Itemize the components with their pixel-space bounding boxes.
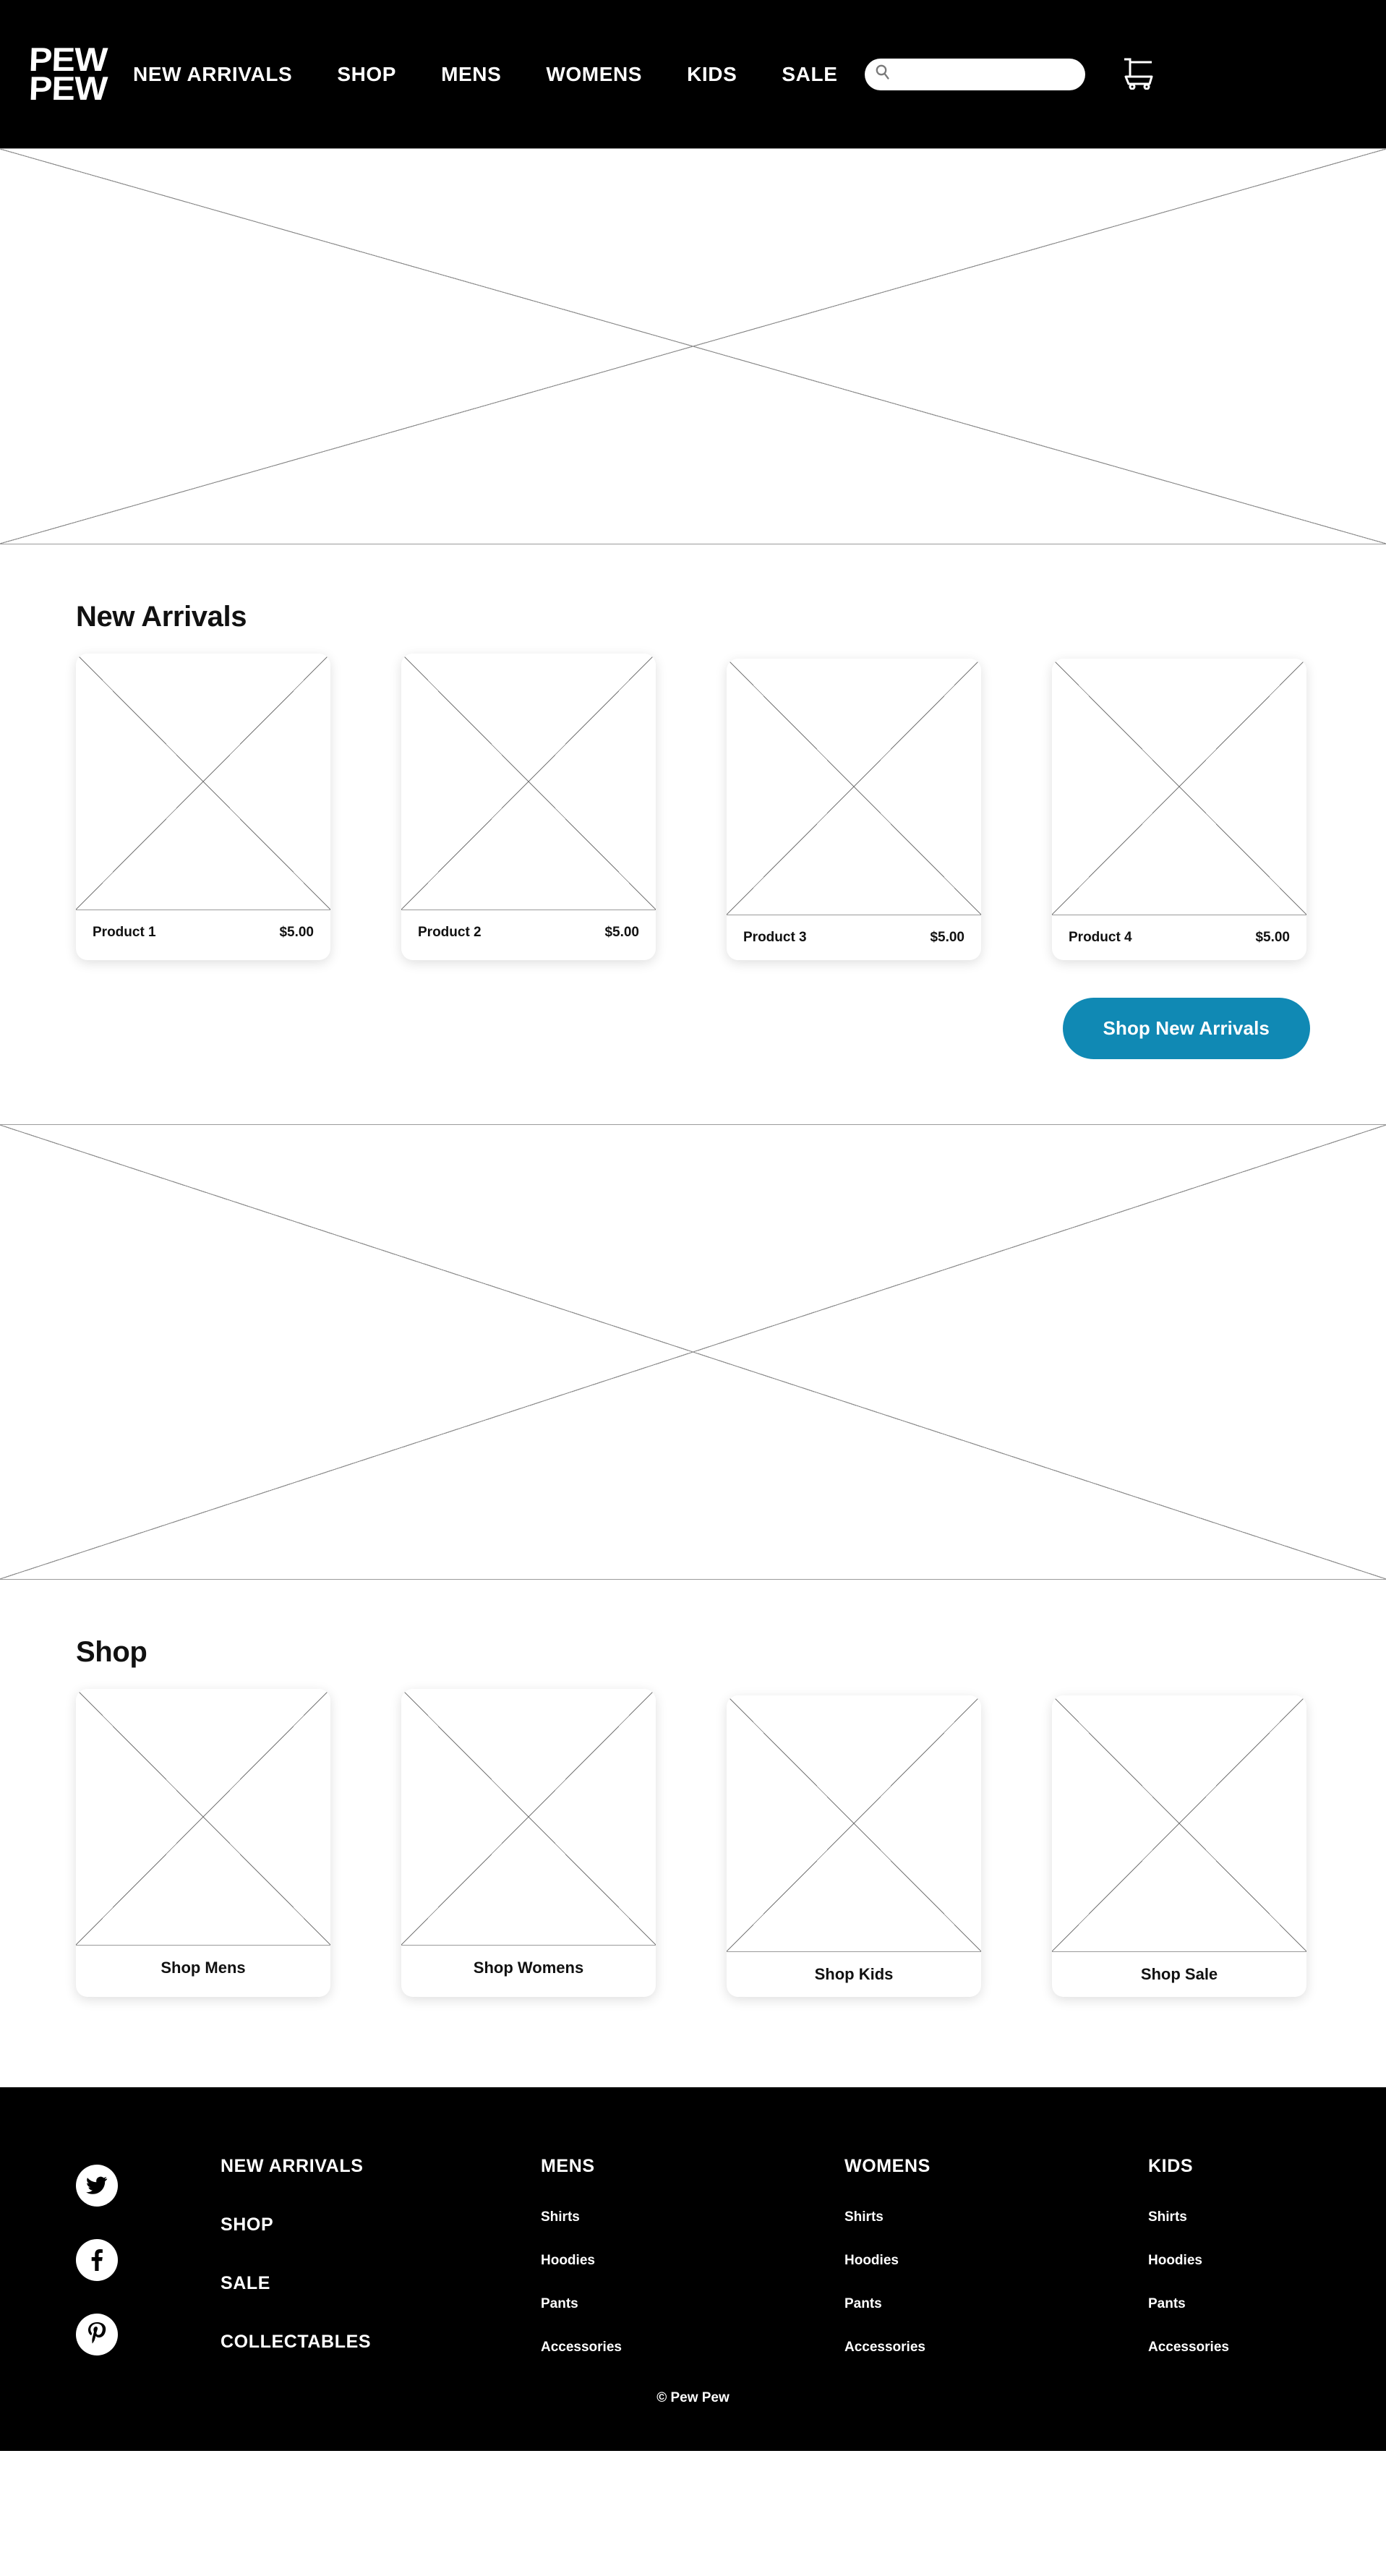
nav-item-shop[interactable]: SHOP bbox=[337, 63, 396, 86]
page-title-new-arrivals: New Arrivals bbox=[76, 601, 247, 633]
nav-item-kids[interactable]: KIDS bbox=[687, 63, 737, 86]
footer-link-kids-shirts[interactable]: Shirts bbox=[1148, 2209, 1365, 2225]
site-logo[interactable]: PEW PEW bbox=[28, 40, 108, 107]
product-name: Product 4 bbox=[1069, 930, 1132, 945]
page-title-shop: Shop bbox=[76, 1636, 147, 1668]
footer-link-new-arrivals[interactable]: NEW ARRIVALS bbox=[221, 2156, 541, 2177]
footer-link-womens-hoodies[interactable]: Hoodies bbox=[844, 2253, 1148, 2269]
category-label: Shop Mens bbox=[161, 1959, 246, 1977]
category-image-placeholder bbox=[76, 1689, 330, 1946]
new-arrivals-card-row: Product 1 $5.00 Product 2 $5.00 Product … bbox=[76, 633, 1310, 960]
product-price: $5.00 bbox=[1255, 930, 1290, 945]
product-image-placeholder bbox=[401, 654, 656, 910]
category-meta: Shop Sale bbox=[1052, 1952, 1306, 1997]
shop-category-card[interactable]: Shop Kids bbox=[727, 1695, 981, 1997]
footer-link-shop[interactable]: SHOP bbox=[221, 2215, 541, 2235]
product-meta: Product 2 $5.00 bbox=[401, 910, 656, 955]
new-arrivals-cta-row: Shop New Arrivals bbox=[0, 960, 1386, 1059]
main-navigation: NEW ARRIVALS SHOP MENS WOMENS KIDS SALE bbox=[133, 63, 837, 86]
footer-link-mens-hoodies[interactable]: Hoodies bbox=[541, 2253, 844, 2269]
category-image-placeholder bbox=[401, 1689, 656, 1946]
pinterest-icon[interactable] bbox=[76, 2314, 118, 2355]
footer-link-kids-pants[interactable]: Pants bbox=[1148, 2296, 1365, 2312]
category-meta: Shop Womens bbox=[401, 1946, 656, 1990]
shopping-cart-icon[interactable] bbox=[1120, 55, 1156, 93]
shop-new-arrivals-button[interactable]: Shop New Arrivals bbox=[1062, 998, 1310, 1059]
product-card[interactable]: Product 2 $5.00 bbox=[401, 654, 656, 960]
nav-item-mens[interactable]: MENS bbox=[441, 63, 501, 86]
product-card[interactable]: Product 1 $5.00 bbox=[76, 654, 330, 960]
secondary-banner-placeholder[interactable] bbox=[0, 1124, 1386, 1580]
site-footer: NEW ARRIVALS SHOP SALE COLLECTABLES MENS… bbox=[0, 2087, 1386, 2390]
footer-link-womens-shirts[interactable]: Shirts bbox=[844, 2209, 1148, 2225]
product-image-placeholder bbox=[727, 659, 981, 915]
footer-column-mens: MENS Shirts Hoodies Pants Accessories bbox=[541, 2156, 844, 2383]
logo-line-2: PEW bbox=[28, 69, 108, 107]
category-meta: Shop Kids bbox=[727, 1952, 981, 1997]
facebook-icon[interactable] bbox=[76, 2239, 118, 2281]
footer-heading-kids[interactable]: KIDS bbox=[1148, 2156, 1365, 2177]
search-input[interactable] bbox=[895, 67, 1077, 82]
shop-category-card[interactable]: Shop Mens bbox=[76, 1689, 330, 1997]
product-meta: Product 4 $5.00 bbox=[1052, 915, 1306, 960]
footer-column-kids: KIDS Shirts Hoodies Pants Accessories bbox=[1148, 2156, 1365, 2383]
product-name: Product 2 bbox=[418, 925, 482, 940]
category-image-placeholder bbox=[727, 1695, 981, 1952]
hero-banner-placeholder[interactable] bbox=[0, 148, 1386, 544]
footer-column-womens: WOMENS Shirts Hoodies Pants Accessories bbox=[844, 2156, 1148, 2383]
footer-heading-mens[interactable]: MENS bbox=[541, 2156, 844, 2177]
search-box[interactable] bbox=[865, 58, 1086, 90]
product-price: $5.00 bbox=[279, 925, 314, 940]
category-label: Shop Sale bbox=[1140, 1965, 1218, 1983]
footer-link-kids-hoodies[interactable]: Hoodies bbox=[1148, 2253, 1365, 2269]
product-card[interactable]: Product 4 $5.00 bbox=[1052, 659, 1306, 960]
site-header: PEW PEW NEW ARRIVALS SHOP MENS WOMENS KI… bbox=[0, 0, 1386, 148]
twitter-icon[interactable] bbox=[76, 2165, 118, 2207]
social-links bbox=[76, 2156, 221, 2388]
footer-link-mens-accessories[interactable]: Accessories bbox=[541, 2340, 844, 2355]
nav-item-sale[interactable]: SALE bbox=[782, 63, 837, 86]
shop-category-card[interactable]: Shop Sale bbox=[1052, 1695, 1306, 1997]
category-meta: Shop Mens bbox=[76, 1946, 330, 1990]
product-name: Product 1 bbox=[93, 925, 156, 940]
footer-heading-womens[interactable]: WOMENS bbox=[844, 2156, 1148, 2177]
nav-item-new-arrivals[interactable]: NEW ARRIVALS bbox=[133, 63, 292, 86]
copyright-text: © Pew Pew bbox=[656, 2390, 730, 2405]
footer-link-kids-accessories[interactable]: Accessories bbox=[1148, 2340, 1365, 2355]
product-price: $5.00 bbox=[604, 925, 639, 940]
product-card[interactable]: Product 3 $5.00 bbox=[727, 659, 981, 960]
footer-link-womens-pants[interactable]: Pants bbox=[844, 2296, 1148, 2312]
footer-link-mens-shirts[interactable]: Shirts bbox=[541, 2209, 844, 2225]
category-label: Shop Womens bbox=[473, 1959, 584, 1977]
product-image-placeholder bbox=[1052, 659, 1306, 915]
copyright-bar: © Pew Pew bbox=[0, 2390, 1386, 2451]
shop-card-row: Shop Mens Shop Womens Shop Kids Shop Sal… bbox=[76, 1669, 1310, 1997]
search-icon bbox=[875, 64, 891, 85]
product-meta: Product 3 $5.00 bbox=[727, 915, 981, 960]
product-price: $5.00 bbox=[930, 930, 964, 945]
new-arrivals-section: New Arrivals Product 1 $5.00 Product 2 $… bbox=[0, 544, 1386, 960]
shop-category-card[interactable]: Shop Womens bbox=[401, 1689, 656, 1997]
product-image-placeholder bbox=[76, 654, 330, 910]
shop-section: Shop Shop Mens Shop Womens Shop Kids Sho… bbox=[0, 1580, 1386, 1997]
footer-link-womens-accessories[interactable]: Accessories bbox=[844, 2340, 1148, 2355]
footer-link-sale[interactable]: SALE bbox=[221, 2273, 541, 2294]
category-image-placeholder bbox=[1052, 1695, 1306, 1952]
product-name: Product 3 bbox=[743, 930, 807, 945]
footer-main-links: NEW ARRIVALS SHOP SALE COLLECTABLES bbox=[221, 2156, 541, 2390]
footer-link-mens-pants[interactable]: Pants bbox=[541, 2296, 844, 2312]
footer-link-collectables[interactable]: COLLECTABLES bbox=[221, 2332, 541, 2353]
category-label: Shop Kids bbox=[814, 1965, 894, 1983]
nav-item-womens[interactable]: WOMENS bbox=[546, 63, 642, 86]
product-meta: Product 1 $5.00 bbox=[76, 910, 330, 955]
